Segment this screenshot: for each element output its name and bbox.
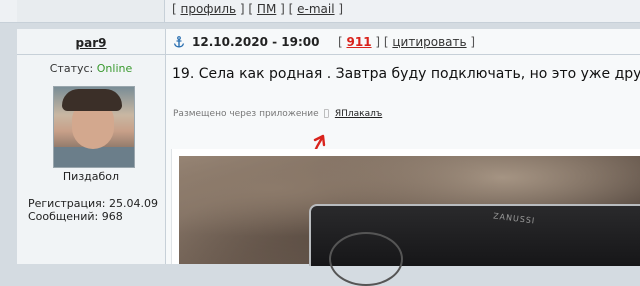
author-stats: Регистрация: 25.04.09 Сообщений: 968	[28, 197, 158, 223]
apple-icon: 	[324, 109, 329, 119]
posted-via-label: Размещено через приложение	[173, 109, 319, 119]
posted-via: Размещено через приложение  ЯПлакалъ	[173, 109, 382, 119]
divider	[17, 54, 165, 55]
hob-ring	[329, 232, 403, 286]
email-link[interactable]: e-mail	[297, 2, 334, 16]
author-panel: par9 Статус: Online Пиздабол Регистрация…	[17, 29, 166, 264]
post-actions: [ 911 ] [ цитировать ]	[338, 35, 476, 49]
author-status: Статус: Online	[17, 62, 165, 75]
anchor-icon[interactable]	[173, 36, 185, 48]
message-count: Сообщений: 968	[28, 210, 123, 223]
profile-link[interactable]: профиль	[181, 2, 237, 16]
app-link[interactable]: ЯПлакалъ	[335, 109, 382, 119]
pm-link[interactable]: ПМ	[257, 2, 276, 16]
post-datetime: 12.10.2020 - 19:00	[192, 35, 320, 49]
avatar-caption: Пиздабол	[62, 170, 120, 183]
post-body: 12.10.2020 - 19:00 [ 911 ] [ цитировать …	[166, 29, 640, 286]
author-username[interactable]: par9	[17, 36, 165, 50]
quote-button[interactable]: цитировать	[392, 35, 466, 49]
avatar[interactable]	[53, 86, 135, 168]
post-photo[interactable]: ZANUSSI	[179, 156, 640, 286]
previous-post-left-cell	[17, 0, 165, 22]
status-value: Online	[96, 62, 133, 75]
previous-post-footer: [ профиль ] [ ПМ ] [ e-mail ]	[0, 0, 640, 23]
status-label: Статус:	[49, 62, 94, 75]
profile-links: [ профиль ] [ ПМ ] [ e-mail ]	[172, 2, 344, 16]
post-number-link[interactable]: 911	[347, 35, 372, 49]
divider	[166, 54, 640, 55]
image-brand-text: ZANUSSI	[492, 211, 536, 226]
cooktop: ZANUSSI	[309, 204, 640, 286]
registration-date: Регистрация: 25.04.09	[28, 197, 158, 210]
post-text: 19. Села как родная . Завтра буду подклю…	[172, 66, 640, 82]
post-image-frame: ZANUSSI	[171, 149, 640, 286]
